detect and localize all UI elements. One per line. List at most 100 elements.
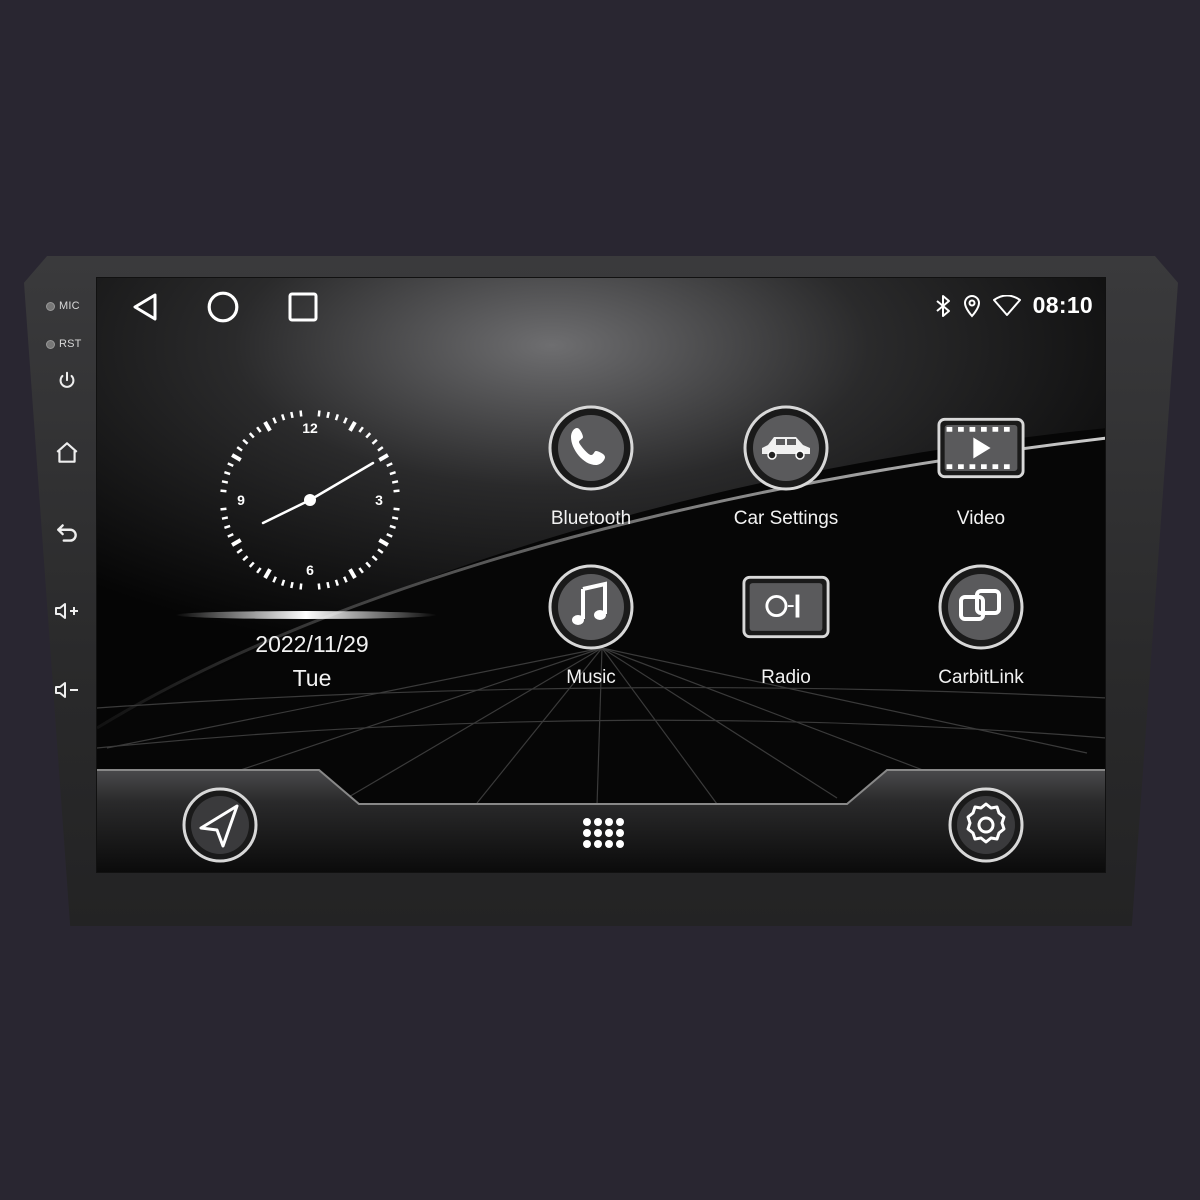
clock-tick — [290, 581, 294, 589]
bluetooth-icon — [936, 294, 950, 317]
clock-tick — [220, 489, 227, 493]
app-label-video: Video — [956, 508, 1006, 529]
clock-hour-hand — [261, 498, 312, 525]
status-bar: 08:10 — [97, 278, 1105, 336]
clock-tick — [220, 507, 227, 511]
side-control-panel: MIC RST — [24, 256, 98, 756]
home-side-button[interactable] — [52, 438, 82, 468]
clock-tick — [386, 462, 393, 467]
clock-tick — [389, 524, 396, 530]
app-label-radio: Radio — [761, 667, 811, 688]
status-indicators: 08:10 — [935, 292, 1093, 319]
home-icon — [56, 442, 78, 463]
clock-tick — [236, 548, 243, 554]
clock-tick — [290, 411, 294, 419]
mic-led-icon — [46, 301, 55, 311]
app-video[interactable]: Video — [896, 404, 1066, 554]
clock-tick — [317, 583, 321, 590]
nav-back-button[interactable] — [125, 290, 165, 324]
volume-down-button[interactable] — [52, 675, 82, 705]
clock-tick — [248, 561, 255, 568]
music-icon — [548, 564, 634, 650]
day-text: Tue — [292, 665, 332, 691]
volume-up-button[interactable] — [52, 596, 82, 626]
volume-down-icon — [55, 682, 78, 698]
navigation-button[interactable] — [181, 786, 259, 864]
app-drawer-button[interactable] — [577, 812, 627, 862]
car-icon — [743, 405, 829, 491]
power-icon — [59, 371, 75, 388]
clock-tick — [227, 533, 234, 538]
clock-number-3: 3 — [375, 492, 383, 508]
clock-tick — [224, 470, 231, 476]
mic-indicator: MIC — [46, 300, 80, 312]
clock-tick — [236, 446, 243, 452]
clock-tick — [248, 432, 255, 439]
clock-tick — [389, 470, 396, 476]
clock-tick — [334, 579, 340, 586]
clock-tick — [386, 533, 393, 538]
clock-tick — [343, 417, 348, 424]
settings-button[interactable] — [947, 786, 1025, 864]
location-icon — [963, 294, 980, 317]
clock-tick — [326, 411, 330, 419]
clock-tick — [377, 548, 384, 554]
app-carbitlink[interactable]: CarbitLink — [896, 563, 1066, 713]
clock-tick — [348, 421, 357, 432]
clock-number-12: 12 — [302, 420, 318, 436]
clock-tick — [317, 410, 321, 417]
clock-tick — [227, 462, 234, 467]
app-music[interactable]: Music — [506, 563, 676, 713]
app-car-settings[interactable]: Car Settings — [701, 404, 871, 554]
clock-tick — [393, 489, 400, 493]
clock-tick — [358, 426, 364, 433]
home-circle-icon — [207, 291, 239, 323]
clock-tick — [272, 576, 277, 583]
reset-button[interactable]: RST — [46, 338, 82, 350]
clock-tick — [326, 581, 330, 589]
app-radio[interactable]: Radio — [701, 563, 871, 713]
app-drawer-icon — [583, 818, 624, 848]
clock-tick — [221, 480, 229, 484]
app-label-carbitlink: CarbitLink — [938, 667, 1024, 688]
clock-number-6: 6 — [306, 562, 314, 578]
clock-tick — [231, 453, 242, 462]
clock-tick — [263, 421, 272, 432]
back-side-button[interactable] — [52, 518, 82, 548]
clock-tick — [378, 538, 389, 547]
nav-recents-button[interactable] — [283, 290, 323, 324]
power-button[interactable] — [52, 366, 82, 396]
wifi-icon — [992, 294, 1021, 316]
clock-tick — [358, 567, 364, 574]
head-unit-screen: 08:10 12 3 6 9 2022/11/29 Tue Bluetooth … — [96, 277, 1106, 873]
clock-tick — [391, 480, 399, 484]
clock-tick — [256, 426, 262, 433]
mic-label: MIC — [59, 300, 80, 312]
clock-tick — [371, 438, 378, 445]
reset-led-icon — [46, 339, 55, 349]
clock-tick — [256, 567, 262, 574]
navigation-icon — [182, 787, 258, 863]
clock-divider-shine — [175, 611, 437, 619]
clock-tick — [242, 555, 249, 562]
clock-tick — [371, 555, 378, 562]
app-label-car-settings: Car Settings — [733, 508, 839, 529]
reset-label: RST — [59, 338, 82, 350]
link-icon — [938, 564, 1024, 650]
app-bluetooth[interactable]: Bluetooth — [506, 404, 676, 554]
back-triangle-icon — [133, 293, 157, 321]
clock-tick — [299, 410, 303, 417]
clock-tick — [365, 561, 372, 568]
video-icon — [937, 417, 1025, 479]
clock-tick — [378, 453, 389, 462]
nav-home-button[interactable] — [203, 290, 243, 324]
clock-tick — [272, 417, 277, 424]
clock-tick — [334, 414, 340, 421]
phone-icon — [548, 405, 634, 491]
app-label-bluetooth: Bluetooth — [550, 508, 632, 529]
app-label-music: Music — [566, 667, 616, 688]
clock-tick — [280, 579, 286, 586]
clock-center — [304, 494, 316, 506]
clock-tick — [224, 524, 231, 530]
clock-tick — [231, 538, 242, 547]
